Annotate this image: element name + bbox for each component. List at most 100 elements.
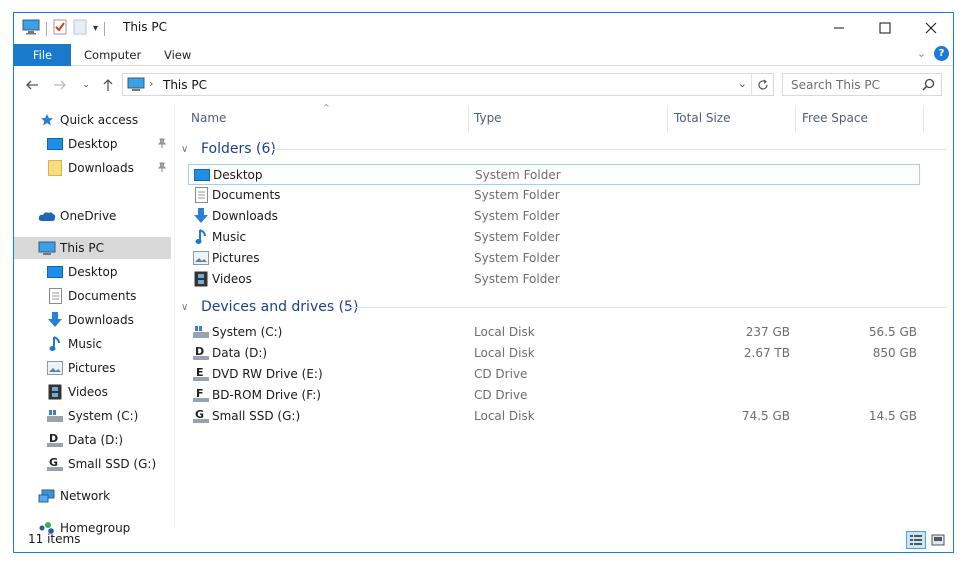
- address-bar[interactable]: › This PC ⌄: [122, 73, 774, 96]
- back-arrow-icon[interactable]: [22, 75, 42, 95]
- list-item[interactable]: Downloads System Folder: [188, 206, 920, 227]
- details-view-icon[interactable]: [906, 531, 926, 549]
- search-icon[interactable]: [922, 78, 935, 94]
- column-separator[interactable]: [667, 106, 668, 132]
- large-icons-view-icon[interactable]: [928, 531, 948, 549]
- nav-label: Network: [60, 489, 111, 503]
- item-type: System Folder: [475, 168, 561, 182]
- breadcrumb-this-pc[interactable]: This PC: [163, 78, 207, 92]
- group-title: Devices and drives (5): [201, 299, 359, 315]
- address-dropdown-icon[interactable]: ⌄: [738, 77, 747, 90]
- drive-d-icon: D: [46, 431, 64, 449]
- forward-arrow-icon[interactable]: [50, 75, 70, 95]
- music-note-icon: [46, 335, 64, 353]
- group-header-folders[interactable]: ∨ Folders (6): [181, 139, 947, 159]
- breadcrumb-chevron-icon[interactable]: ›: [149, 77, 153, 90]
- nav-downloads[interactable]: Downloads: [14, 309, 171, 331]
- list-item[interactable]: Documents System Folder: [188, 185, 920, 206]
- pin-icon[interactable]: [157, 161, 167, 175]
- refresh-icon[interactable]: [751, 74, 773, 95]
- item-free-space: 14.5 GB: [868, 409, 917, 423]
- status-bar: 11 items: [14, 528, 953, 552]
- item-total-size: 74.5 GB: [741, 409, 790, 423]
- nav-quick-access[interactable]: Quick access: [14, 109, 171, 131]
- nav-quick-downloads[interactable]: Downloads: [14, 157, 171, 179]
- list-item[interactable]: Pictures System Folder: [188, 248, 920, 269]
- help-icon[interactable]: ?: [934, 46, 949, 61]
- column-separator[interactable]: [923, 106, 924, 132]
- column-header-type[interactable]: Type: [474, 103, 664, 133]
- folder-icon: [46, 159, 64, 177]
- nav-this-pc[interactable]: This PC: [14, 237, 171, 259]
- tab-computer[interactable]: Computer: [84, 48, 141, 62]
- navigation-pane: Quick access Desktop Downloads OneDrive …: [14, 109, 174, 535]
- nav-quick-desktop[interactable]: Desktop: [14, 133, 171, 155]
- recent-locations-icon[interactable]: ⌄: [76, 75, 96, 95]
- nav-videos[interactable]: Videos: [14, 381, 171, 403]
- search-input[interactable]: Search This PC: [782, 73, 942, 96]
- expand-ribbon-icon[interactable]: ⌄: [917, 47, 926, 60]
- documents-icon: [46, 287, 64, 305]
- list-item[interactable]: Desktop System Folder: [188, 164, 920, 185]
- window-title: This PC: [123, 20, 167, 34]
- drive-d-icon: D: [192, 344, 210, 362]
- nav-network[interactable]: Network: [14, 485, 171, 507]
- list-item[interactable]: D Data (D:) Local Disk 2.67 TB 850 GB: [188, 343, 920, 364]
- group-divider: [349, 307, 947, 308]
- drive-e-icon: E: [192, 365, 210, 383]
- tab-file[interactable]: File: [14, 44, 71, 66]
- group-header-drives[interactable]: ∨ Devices and drives (5): [181, 297, 947, 317]
- nav-data-d[interactable]: D Data (D:): [14, 429, 171, 451]
- nav-system-c[interactable]: System (C:): [14, 405, 171, 427]
- system-drive-icon: [46, 407, 64, 425]
- column-header-free-space[interactable]: Free Space: [802, 103, 922, 133]
- customize-dropdown-icon[interactable]: ▾: [93, 23, 98, 34]
- drive-g-icon: G: [46, 455, 64, 473]
- column-header-total-size[interactable]: Total Size: [674, 103, 794, 133]
- tab-view[interactable]: View: [164, 48, 191, 62]
- list-item[interactable]: Videos System Folder: [188, 269, 920, 290]
- item-type: CD Drive: [474, 388, 528, 402]
- maximize-button[interactable]: [862, 13, 908, 43]
- nav-onedrive[interactable]: OneDrive: [14, 205, 171, 227]
- collapse-chevron-icon[interactable]: ∨: [181, 144, 195, 155]
- group-divider: [273, 149, 947, 150]
- up-arrow-icon[interactable]: [98, 75, 118, 95]
- quick-access-toolbar: ▾: [22, 19, 106, 38]
- pin-icon[interactable]: [157, 137, 167, 151]
- desktop-folder-icon: [193, 166, 211, 184]
- list-item[interactable]: Music System Folder: [188, 227, 920, 248]
- new-folder-icon[interactable]: [73, 19, 87, 38]
- column-separator[interactable]: [468, 106, 469, 132]
- list-item[interactable]: E DVD RW Drive (E:) CD Drive: [188, 364, 920, 385]
- nav-label: Quick access: [60, 113, 139, 127]
- list-item[interactable]: System (C:) Local Disk 237 GB 56.5 GB: [188, 322, 920, 343]
- nav-music[interactable]: Music: [14, 333, 171, 355]
- properties-icon[interactable]: [53, 19, 67, 38]
- documents-icon: [192, 186, 210, 204]
- column-header-name[interactable]: Name: [191, 103, 467, 133]
- item-type: Local Disk: [474, 346, 535, 360]
- computer-icon: [127, 77, 145, 95]
- close-button[interactable]: [908, 13, 953, 43]
- item-free-space: 850 GB: [872, 346, 917, 360]
- nav-pictures[interactable]: Pictures: [14, 357, 171, 379]
- computer-icon[interactable]: [22, 19, 40, 38]
- download-arrow-icon: [46, 311, 64, 329]
- nav-label: System (C:): [68, 409, 139, 423]
- item-name: Music: [212, 230, 247, 244]
- navigation-row: ⌄ › This PC ⌄ Search This PC: [14, 73, 953, 97]
- item-name: BD-ROM Drive (F:): [212, 388, 321, 402]
- cloud-icon: [38, 207, 56, 225]
- column-separator[interactable]: [795, 106, 796, 132]
- item-name: Documents: [212, 188, 281, 202]
- toolbar-separator: [46, 21, 47, 36]
- list-item[interactable]: F BD-ROM Drive (F:) CD Drive: [188, 385, 920, 406]
- nav-small-ssd-g[interactable]: G Small SSD (G:): [14, 453, 171, 475]
- nav-label: Documents: [68, 289, 137, 303]
- collapse-chevron-icon[interactable]: ∨: [181, 302, 195, 313]
- minimize-button[interactable]: [816, 13, 862, 43]
- list-item[interactable]: G Small SSD (G:) Local Disk 74.5 GB 14.5…: [188, 406, 920, 427]
- nav-desktop[interactable]: Desktop: [14, 261, 171, 283]
- nav-documents[interactable]: Documents: [14, 285, 171, 307]
